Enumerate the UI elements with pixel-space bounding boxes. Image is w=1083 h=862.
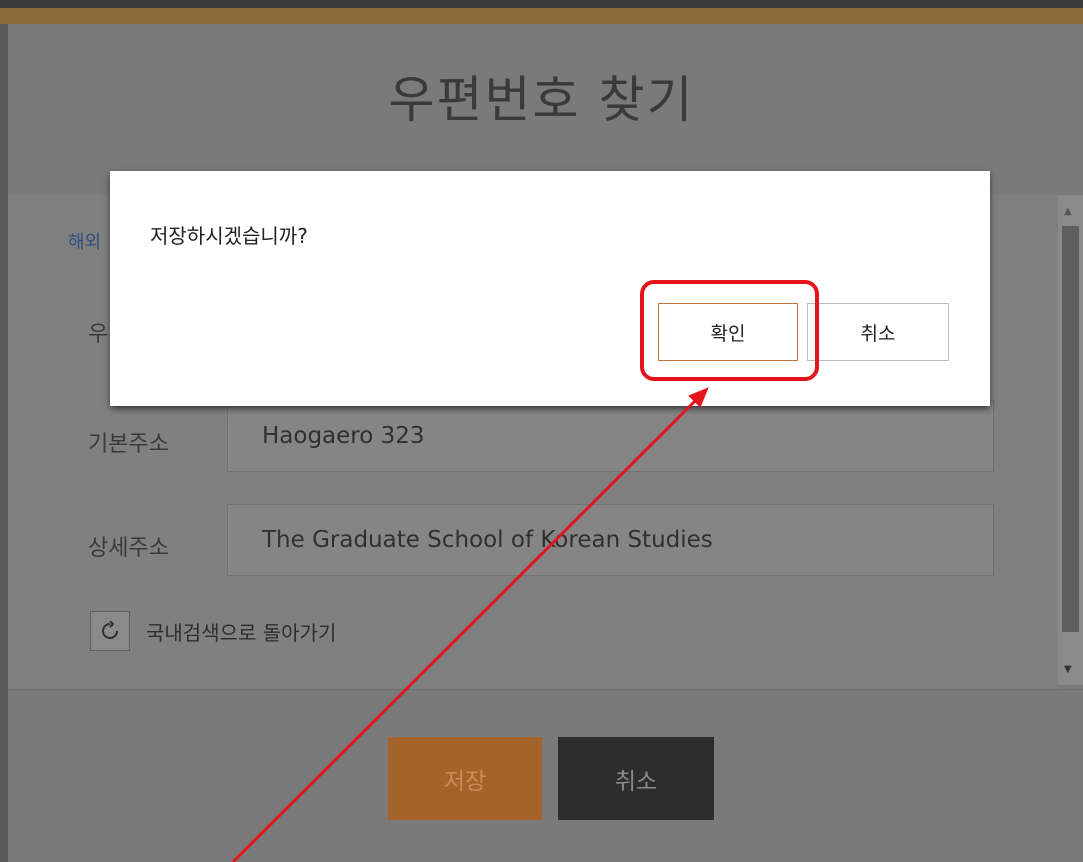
save-button[interactable]: 저장 (388, 737, 542, 820)
detail-address-field[interactable]: The Graduate School of Korean Studies (227, 504, 994, 576)
footer-divider (8, 689, 1083, 690)
page-title: 우편번호 찾기 (388, 71, 695, 129)
refresh-icon[interactable] (90, 611, 130, 651)
dialog-message: 저장하시겠습니까? (150, 224, 308, 248)
scrollbar-thumb[interactable] (1062, 226, 1079, 632)
tab-overseas[interactable]: 해외 (68, 228, 101, 254)
top-bar (0, 0, 1083, 8)
confirm-dialog: 저장하시겠습니까? 확인 취소 (110, 171, 990, 406)
basic-address-label: 기본주소 (88, 432, 169, 457)
top-accent-bar (0, 8, 1083, 24)
back-to-domestic-label[interactable]: 국내검색으로 돌아가기 (146, 617, 336, 646)
back-to-domestic-link[interactable]: 국내검색으로 돌아가기 (90, 608, 336, 654)
annotation-highlight-box (640, 280, 819, 381)
scroll-up-arrow-icon[interactable]: ▲ (1064, 206, 1072, 217)
window-left-edge (0, 24, 8, 862)
dialog-cancel-button[interactable]: 취소 (807, 303, 949, 361)
postcode-label: 우 (88, 322, 109, 347)
basic-address-field[interactable]: Haogaero 323 (227, 400, 994, 472)
scroll-down-arrow-icon[interactable]: ▼ (1064, 664, 1072, 675)
cancel-button[interactable]: 취소 (558, 737, 714, 820)
detail-address-label: 상세주소 (88, 536, 169, 561)
